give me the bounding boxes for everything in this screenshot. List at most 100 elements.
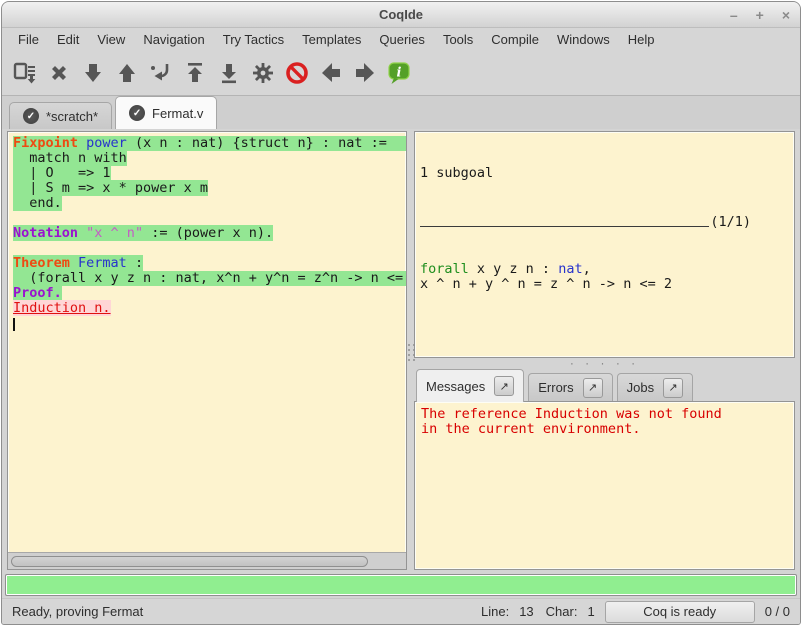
right-column: 1 subgoal (1/1) forall x y z n : nat,x ^… xyxy=(414,131,795,570)
main-content: Fixpoint power (x n : nat) {struct n} : … xyxy=(2,129,800,572)
splitter-grip xyxy=(408,344,415,361)
goal-line: x ^ n + y ^ n = z ^ n -> n <= 2 xyxy=(420,277,789,292)
detach-icon[interactable]: ↗ xyxy=(494,376,514,396)
checkmark-icon: ✓ xyxy=(129,105,145,121)
menu-compile[interactable]: Compile xyxy=(482,29,548,50)
interrupt-button[interactable] xyxy=(280,55,314,91)
go-to-end-icon xyxy=(216,60,242,86)
goal-counter: (1/1) xyxy=(710,215,751,230)
step-forward-icon xyxy=(80,60,106,86)
text-cursor xyxy=(13,318,15,331)
go-to-cursor-icon xyxy=(148,60,174,86)
message-tab-label: Jobs xyxy=(627,380,654,395)
menu-help[interactable]: Help xyxy=(619,29,664,50)
messages-section: Messages ↗ Errors ↗ Jobs ↗ The reference Indu… xyxy=(414,368,795,570)
title-bar: CoqIde – + × xyxy=(2,2,800,28)
message-tabbar: Messages ↗ Errors ↗ Jobs ↗ xyxy=(414,368,795,401)
restart-button[interactable] xyxy=(178,55,212,91)
code-line[interactable] xyxy=(13,316,406,331)
menu-try-tactics[interactable]: Try Tactics xyxy=(214,29,293,50)
menu-bar: FileEditViewNavigationTry TacticsTemplat… xyxy=(2,28,800,51)
save-button[interactable] xyxy=(8,55,42,91)
goal-line: forall x y z n : nat, xyxy=(420,262,789,277)
tab-jobs[interactable]: Jobs ↗ xyxy=(617,373,693,401)
menu-edit[interactable]: Edit xyxy=(48,29,88,50)
code-line[interactable]: (forall x y z n : nat, x^n + y^n = z^n -… xyxy=(13,271,406,286)
code-line[interactable]: Fixpoint power (x n : nat) {struct n} : … xyxy=(13,136,406,151)
code-line[interactable]: | O => 1 xyxy=(13,166,406,181)
minimize-icon[interactable]: – xyxy=(730,8,738,22)
status-bar: Ready, proving Fermat Line: 13 Char: 1 C… xyxy=(2,598,800,624)
code-line[interactable] xyxy=(13,211,406,226)
code-line[interactable]: | S m => x * power x m xyxy=(13,181,406,196)
editor-pane: Fixpoint power (x n : nat) {struct n} : … xyxy=(7,131,407,570)
previous-occurrence-button[interactable] xyxy=(314,55,348,91)
prover-counter: 0 / 0 xyxy=(765,604,790,619)
goal-separator: (1/1) xyxy=(420,213,789,230)
restart-icon xyxy=(182,60,208,86)
interrupt-icon xyxy=(284,60,310,86)
code-line[interactable] xyxy=(13,241,406,256)
code-line[interactable]: Theorem Fermat : xyxy=(13,256,406,271)
next-occurrence-button[interactable] xyxy=(348,55,382,91)
progress-area xyxy=(2,572,800,598)
menu-templates[interactable]: Templates xyxy=(293,29,370,50)
tab-messages[interactable]: Messages ↗ xyxy=(416,369,524,402)
message-line: in the current environment. xyxy=(421,422,788,437)
tab-label: Fermat.v xyxy=(152,106,203,121)
horizontal-splitter[interactable]: · · · · · xyxy=(414,358,795,368)
close-icon[interactable]: × xyxy=(782,8,790,22)
fully-check-button[interactable] xyxy=(246,55,280,91)
step-forward-button[interactable] xyxy=(76,55,110,91)
message-content: The reference Induction was not foundin … xyxy=(414,401,795,570)
tab-errors[interactable]: Errors ↗ xyxy=(528,373,612,401)
goals-pane: 1 subgoal (1/1) forall x y z n : nat,x ^… xyxy=(414,131,795,358)
menu-windows[interactable]: Windows xyxy=(548,29,619,50)
menu-view[interactable]: View xyxy=(88,29,134,50)
menu-queries[interactable]: Queries xyxy=(370,29,434,50)
script-editor[interactable]: Fixpoint power (x n : nat) {struct n} : … xyxy=(8,132,406,552)
close-buffer-button[interactable] xyxy=(42,55,76,91)
tab-fermat-v[interactable]: ✓ Fermat.v xyxy=(115,96,217,129)
coq-status-button[interactable]: Coq is ready xyxy=(605,601,755,623)
vertical-splitter[interactable] xyxy=(407,131,414,570)
scrollbar-thumb[interactable] xyxy=(11,556,368,567)
feedback-icon: i xyxy=(386,60,412,86)
tab-scratch[interactable]: ✓ *scratch* xyxy=(9,102,112,129)
next-occurrence-icon xyxy=(352,60,378,86)
char-label: Char: xyxy=(546,604,578,619)
fully-check-icon xyxy=(250,60,276,86)
line-value: 13 xyxy=(519,604,533,619)
maximize-icon[interactable]: + xyxy=(756,8,764,22)
subgoal-header: 1 subgoal xyxy=(420,166,789,181)
menu-file[interactable]: File xyxy=(9,29,48,50)
detach-icon[interactable]: ↗ xyxy=(663,378,683,398)
svg-text:i: i xyxy=(397,66,402,81)
window-controls: – + × xyxy=(730,2,790,27)
document-tabbar: ✓ *scratch* ✓ Fermat.v xyxy=(2,95,800,129)
go-to-end-button[interactable] xyxy=(212,55,246,91)
save-icon xyxy=(12,60,38,86)
horizontal-scrollbar[interactable] xyxy=(8,552,406,569)
code-line[interactable]: Proof. xyxy=(13,286,406,301)
code-line[interactable]: Notation "x ^ n" := (power x n). xyxy=(13,226,406,241)
code-line[interactable]: match n with xyxy=(13,151,406,166)
feedback-button[interactable]: i xyxy=(382,55,416,91)
go-to-cursor-button[interactable] xyxy=(144,55,178,91)
toolbar: i xyxy=(2,51,800,95)
code-line[interactable]: end. xyxy=(13,196,406,211)
close-buffer-icon xyxy=(46,60,72,86)
menu-tools[interactable]: Tools xyxy=(434,29,482,50)
previous-occurrence-icon xyxy=(318,60,344,86)
tab-label: *scratch* xyxy=(46,109,98,124)
menu-navigation[interactable]: Navigation xyxy=(134,29,213,50)
message-tab-label: Messages xyxy=(426,379,485,394)
checkmark-icon: ✓ xyxy=(23,108,39,124)
message-line: The reference Induction was not found xyxy=(421,407,788,422)
detach-icon[interactable]: ↗ xyxy=(583,378,603,398)
message-tab-label: Errors xyxy=(538,380,573,395)
status-right: Line: 13 Char: 1 Coq is ready 0 / 0 xyxy=(469,601,790,623)
code-line[interactable]: Induction n. xyxy=(13,301,406,316)
status-message: Ready, proving Fermat xyxy=(12,604,143,619)
step-backward-button[interactable] xyxy=(110,55,144,91)
